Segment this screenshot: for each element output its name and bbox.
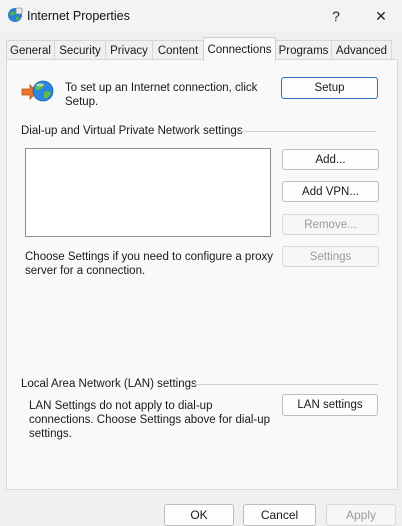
settings-button[interactable]: Settings: [282, 246, 379, 267]
setup-description: To set up an Internet connection, click …: [65, 82, 258, 108]
ok-button[interactable]: OK: [164, 504, 234, 526]
proxy-description: Choose Settings if you need to configure…: [25, 251, 274, 277]
dialup-group-label: Dial-up and Virtual Private Network sett…: [21, 125, 243, 137]
tab-programs[interactable]: Programs: [275, 40, 332, 60]
tab-content[interactable]: Content: [152, 40, 204, 60]
dialup-group-divider: [236, 131, 376, 132]
internet-globe-icon: [21, 80, 54, 102]
lan-group-label: Local Area Network (LAN) settings: [21, 378, 197, 390]
tab-connections[interactable]: Connections: [203, 37, 276, 61]
tab-advanced[interactable]: Advanced: [331, 40, 392, 60]
remove-button[interactable]: Remove...: [282, 214, 379, 235]
help-button[interactable]: ?: [313, 0, 359, 32]
lan-settings-button[interactable]: LAN settings: [282, 394, 378, 416]
title-bar: Internet Properties ? ✕: [0, 0, 402, 32]
tab-security[interactable]: Security: [54, 40, 106, 60]
apply-button[interactable]: Apply: [326, 504, 396, 526]
add-vpn-button[interactable]: Add VPN...: [282, 181, 379, 202]
tab-general[interactable]: General: [6, 40, 55, 60]
setup-button[interactable]: Setup: [281, 77, 378, 99]
connections-list[interactable]: [25, 148, 271, 237]
lan-description: LAN Settings do not apply to dial-up con…: [29, 400, 271, 440]
internet-properties-icon: [8, 7, 23, 22]
cancel-button[interactable]: Cancel: [243, 504, 316, 526]
window-title: Internet Properties: [27, 9, 130, 23]
lan-group-divider: [193, 384, 378, 385]
add-button[interactable]: Add...: [282, 149, 379, 170]
tab-privacy[interactable]: Privacy: [105, 40, 153, 60]
close-button[interactable]: ✕: [358, 0, 402, 32]
